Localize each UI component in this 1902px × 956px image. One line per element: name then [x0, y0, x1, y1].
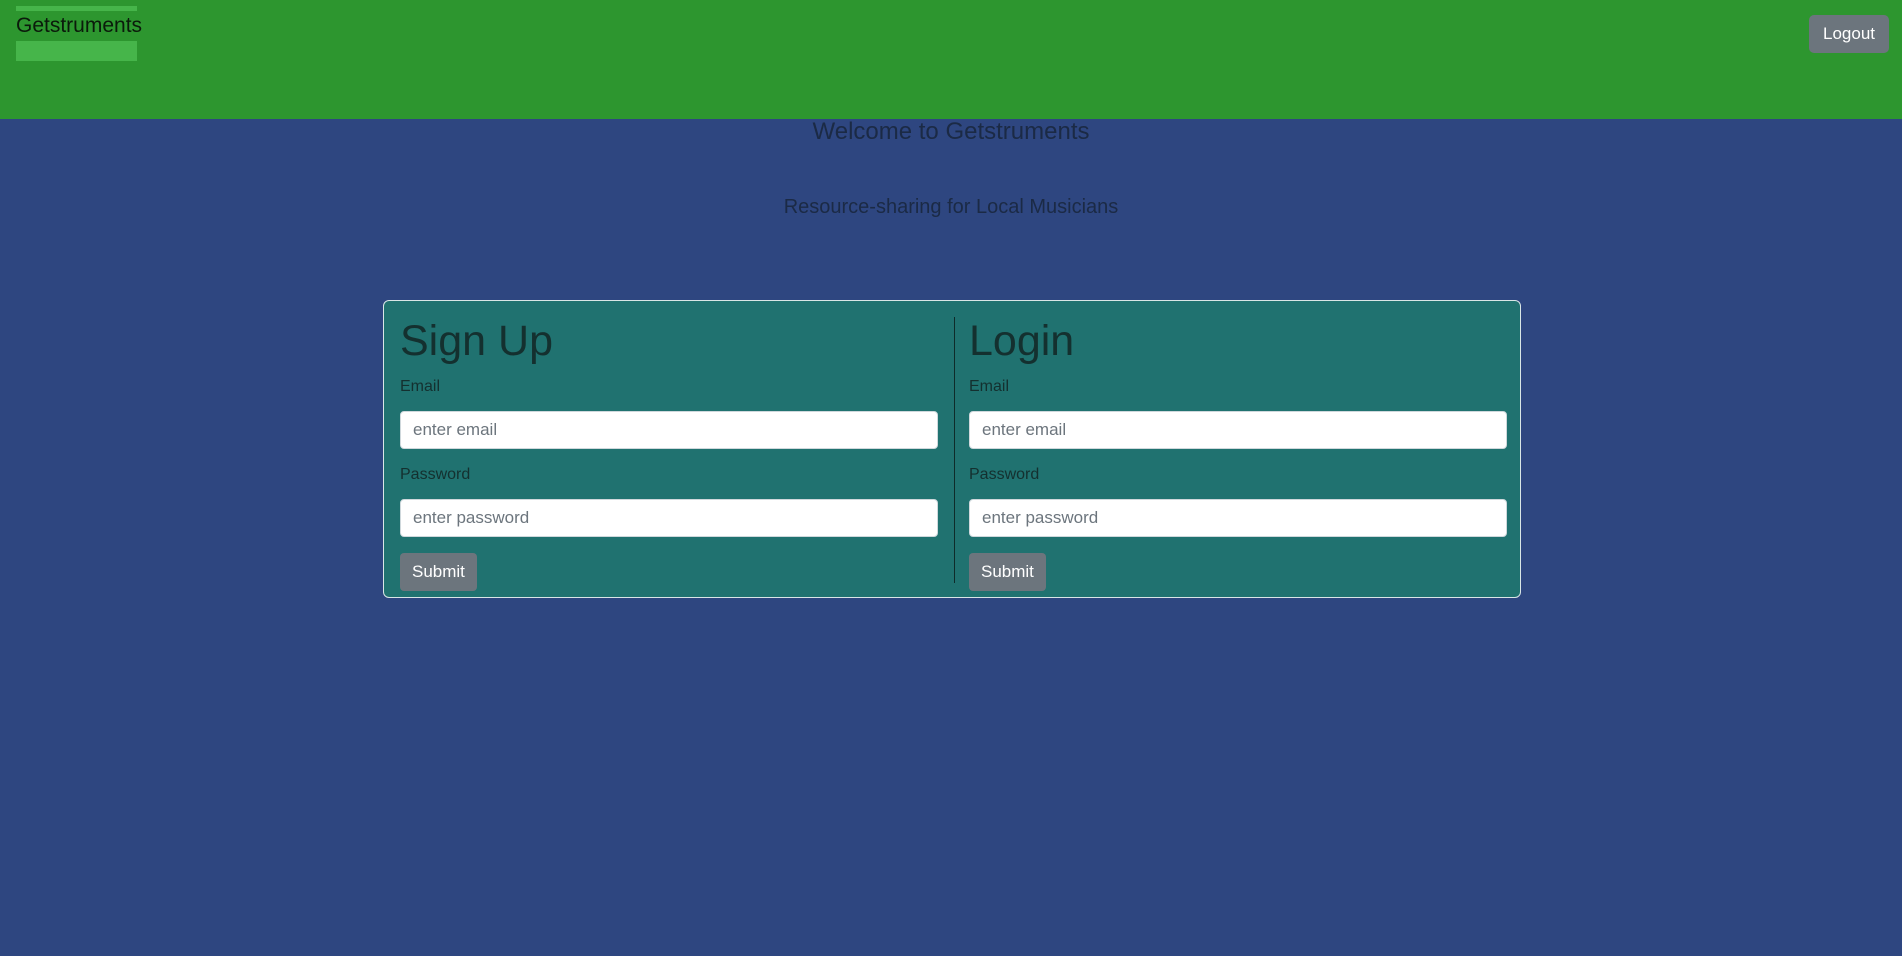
page-tagline: Resource-sharing for Local Musicians	[783, 196, 1119, 218]
login-title: Login	[969, 317, 1075, 365]
signup-submit-button[interactable]: Submit	[400, 553, 477, 591]
form-divider	[954, 317, 955, 583]
signup-email-input[interactable]	[400, 411, 938, 449]
login-password-label: Password	[969, 466, 1040, 483]
brand-name: Getstruments	[16, 14, 143, 37]
auth-card: Sign Up Email Password Submit Login Emai…	[383, 300, 1521, 598]
login-password-input[interactable]	[969, 499, 1507, 537]
brand-logo[interactable]: Getstruments	[16, 6, 143, 61]
login-email-label: Email	[969, 378, 1010, 395]
login-form: Login Email Password Submit	[969, 315, 1507, 591]
signup-email-label: Email	[400, 378, 441, 395]
page-title: Welcome to Getstruments	[812, 118, 1090, 145]
brand-bar-bottom	[16, 41, 137, 61]
signup-password-input[interactable]	[400, 499, 938, 537]
signup-password-label: Password	[400, 466, 471, 483]
login-submit-button[interactable]: Submit	[969, 553, 1046, 591]
signup-title: Sign Up	[400, 317, 553, 365]
top-navbar: Getstruments Logout	[0, 0, 1902, 119]
signup-form: Sign Up Email Password Submit	[400, 315, 938, 591]
logout-button[interactable]: Logout	[1809, 15, 1889, 53]
login-email-input[interactable]	[969, 411, 1507, 449]
